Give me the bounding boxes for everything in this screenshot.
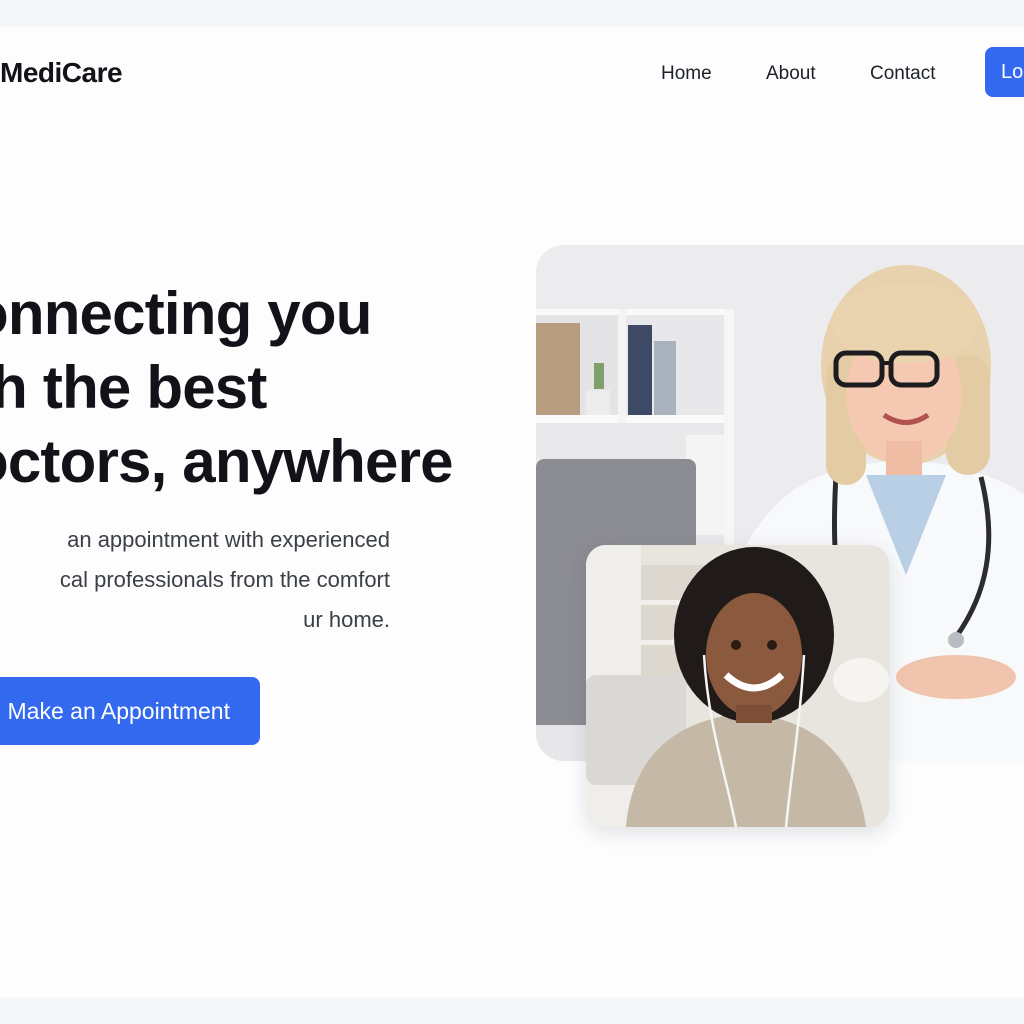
login-button[interactable]: Lo bbox=[985, 47, 1024, 97]
hero-title: onnecting you th the best octors, anywhe… bbox=[0, 280, 454, 495]
hero-subtitle: an appointment with experienced cal prof… bbox=[0, 520, 390, 640]
make-appointment-button[interactable]: Make an Appointment bbox=[0, 677, 260, 745]
nav-contact-link[interactable]: Contact bbox=[870, 63, 935, 85]
brand-logo[interactable]: MediCare bbox=[0, 57, 123, 89]
landing-page: MediCare Home About Contact Lo onnecting… bbox=[0, 27, 1024, 998]
hero-subtitle-line: cal professionals from the comfort bbox=[59, 567, 390, 592]
hero-subtitle-line: ur home. bbox=[303, 607, 390, 632]
hero-subtitle-line: an appointment with experienced bbox=[67, 527, 390, 552]
patient-video-call-photo bbox=[586, 545, 889, 827]
nav-about-link[interactable]: About bbox=[766, 63, 816, 85]
nav-home-link[interactable]: Home bbox=[661, 63, 712, 85]
